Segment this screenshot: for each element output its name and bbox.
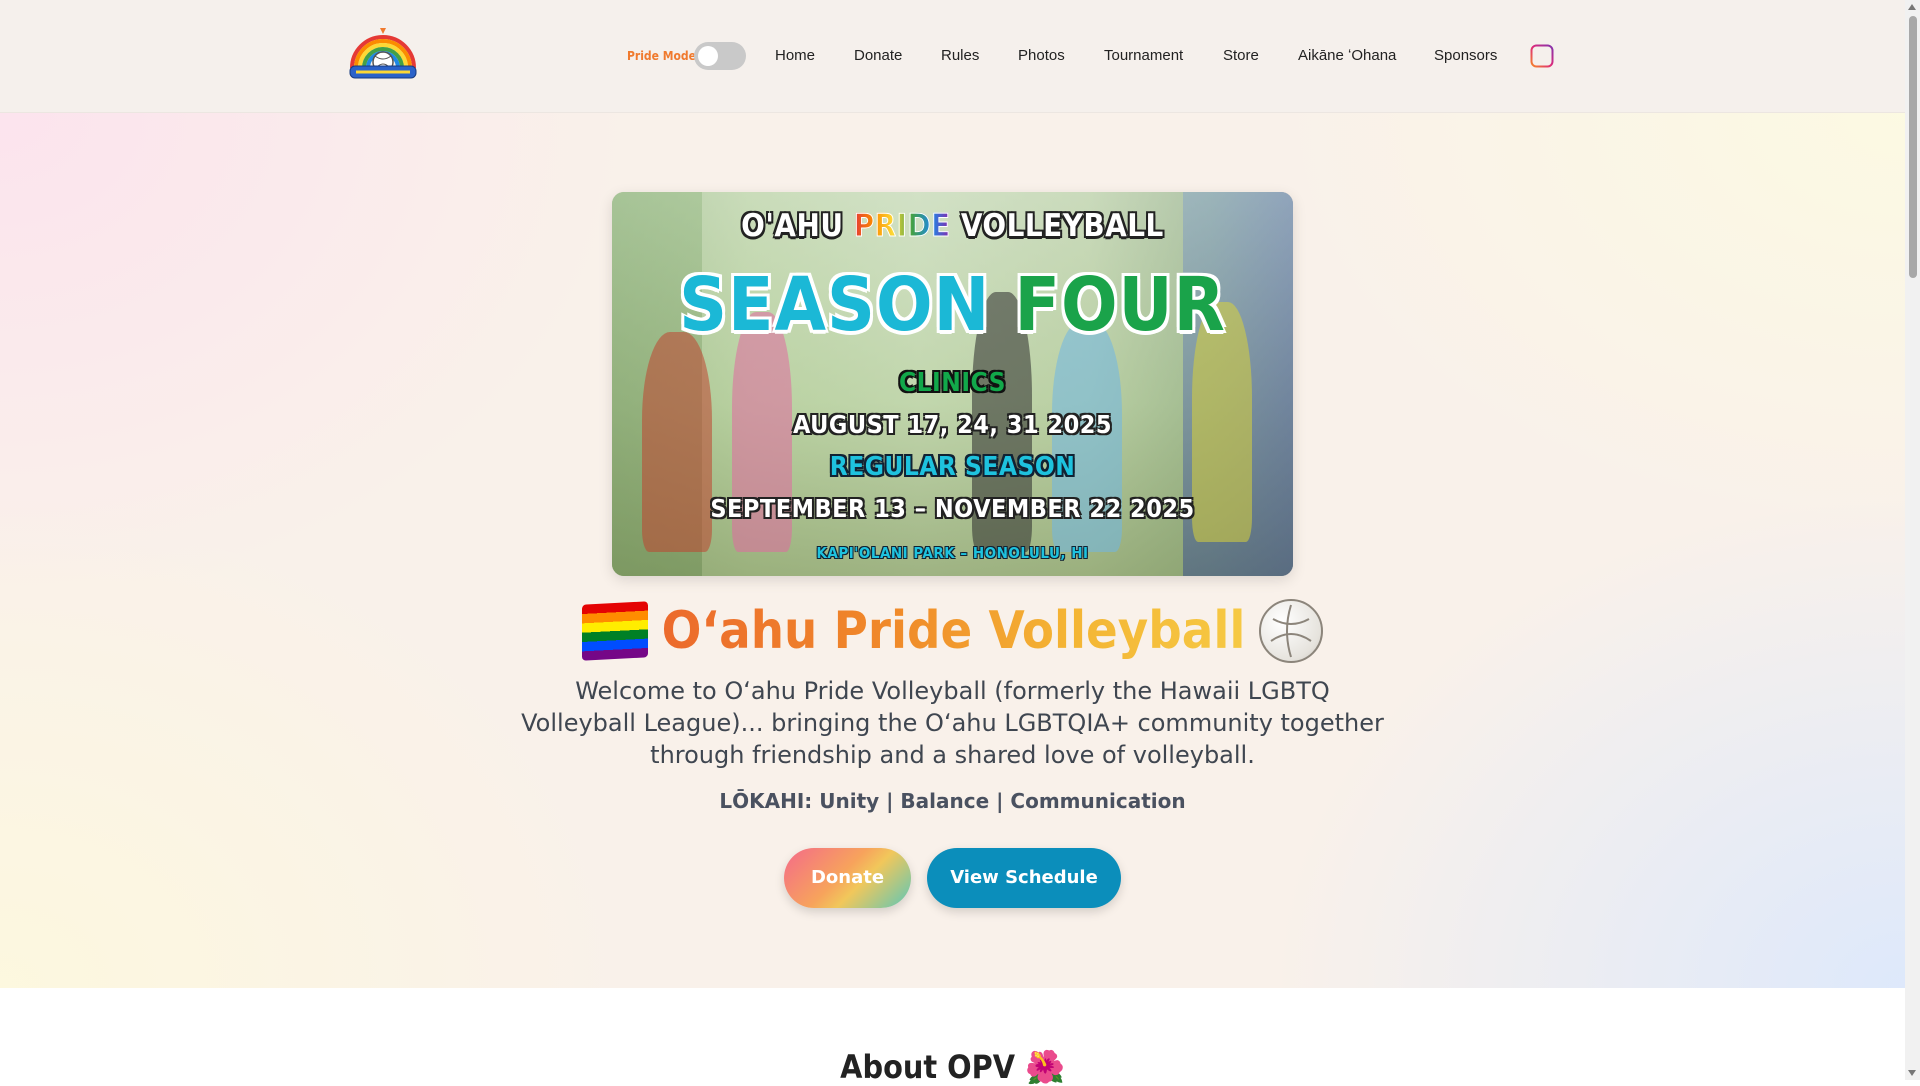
page-title-text: Oʻahu Pride Volleyball: [661, 601, 1246, 661]
page-title: Oʻahu Pride Volleyball: [0, 598, 1905, 663]
view-schedule-button[interactable]: View Schedule: [927, 848, 1121, 908]
nav-photos[interactable]: Photos: [1018, 47, 1065, 64]
rainbow-flag-icon: [581, 601, 648, 661]
lokahi-tagline: LŌKAHI: Unity | Balance | Communication: [719, 789, 1186, 813]
nav-aikane-ohana[interactable]: Aikāne ʻOhana: [1298, 47, 1396, 64]
toggle-knob: [698, 46, 718, 66]
banner-clinics-dates: AUGUST 17, 24, 31 2025: [792, 410, 1113, 439]
nav-home[interactable]: Home: [775, 47, 815, 64]
site-header: Pride Mode Home Donate Rules Photos Tour…: [0, 0, 1905, 113]
about-heading-text: About OPV: [840, 1048, 1015, 1086]
banner-season: SEASON FOUR: [679, 262, 1226, 348]
page-scrollbar[interactable]: [1905, 0, 1920, 1080]
banner-location: KAPI'OLANI PARK – HONOLULU, HI: [816, 544, 1089, 562]
nav-donate[interactable]: Donate: [854, 47, 902, 64]
nav-store[interactable]: Store: [1223, 47, 1259, 64]
instagram-icon[interactable]: [1530, 44, 1554, 68]
opv-logo[interactable]: [346, 24, 420, 80]
hibiscus-icon: 🌺: [1024, 1048, 1065, 1086]
welcome-text: Welcome to Oʻahu Pride Volleyball (forme…: [521, 677, 1384, 769]
scroll-up-arrow-icon[interactable]: [1908, 4, 1916, 10]
scroll-down-arrow-icon[interactable]: [1908, 1070, 1916, 1076]
donate-button[interactable]: Donate: [784, 848, 911, 908]
season-four-banner: O'AHU PRIDE VOLLEYBALL SEASON FOUR CLINI…: [612, 192, 1293, 576]
pride-mode-toggle[interactable]: [694, 42, 746, 70]
pride-mode-label: Pride Mode: [627, 49, 696, 63]
banner-regular-season-label: REGULAR SEASON: [829, 452, 1076, 482]
about-heading: About OPV 🌺: [0, 1048, 1905, 1086]
banner-regular-season-dates: SEPTEMBER 13 – NOVEMBER 22 2025: [710, 494, 1195, 523]
banner-clinics-label: CLINICS: [898, 368, 1007, 398]
scrollbar-thumb[interactable]: [1909, 16, 1917, 278]
nav-tournament[interactable]: Tournament: [1104, 47, 1183, 64]
nav-rules[interactable]: Rules: [941, 47, 979, 64]
banner-title: O'AHU PRIDE VOLLEYBALL: [741, 208, 1164, 245]
nav-sponsors[interactable]: Sponsors: [1434, 47, 1497, 64]
volleyball-icon: [1259, 599, 1324, 663]
